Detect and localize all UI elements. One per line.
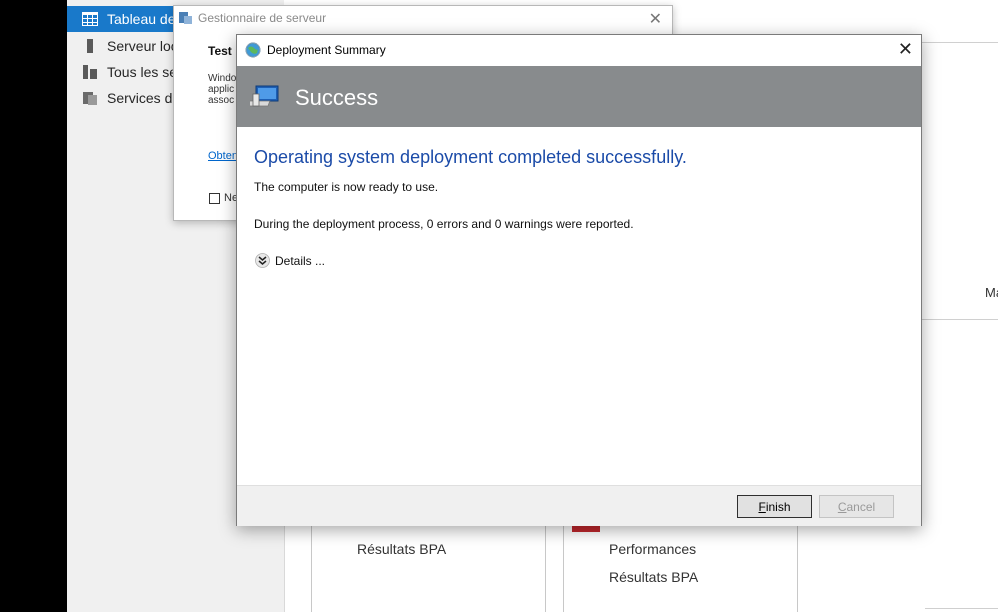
sidebar-item-label: Services de (107, 90, 181, 106)
details-expander[interactable]: Details ... (255, 253, 325, 268)
sidebar-item-label: Tous les se (107, 64, 178, 80)
status-bar (572, 525, 600, 532)
finish-mnemonic: F (758, 499, 766, 514)
panel-text: Ma (985, 285, 998, 300)
error-summary: During the deployment process, 0 errors … (254, 217, 634, 231)
servers-icon (82, 64, 98, 80)
dont-show-checkbox[interactable] (209, 193, 220, 204)
cancel-label: ancel (846, 499, 876, 514)
divider (925, 608, 998, 612)
banner-title: Success (295, 85, 379, 110)
details-label: Details ... (275, 253, 326, 268)
dialog-heading: Test (208, 44, 232, 58)
dialog-title: Deployment Summary (267, 43, 386, 57)
finish-label: inish (765, 499, 791, 514)
file-services-icon (82, 90, 98, 106)
dashboard-grid-icon (82, 11, 98, 27)
server-group-tile: Performances Résultats BPA (563, 525, 798, 612)
tile-row-bpa-results[interactable]: Résultats BPA (357, 541, 446, 557)
server-manager-icon (179, 12, 192, 24)
close-icon[interactable]: ✕ (898, 39, 913, 60)
dashboard-panel: Ma (920, 42, 998, 320)
finish-button[interactable]: Finish (737, 495, 812, 518)
sidebar-item-label: Tableau de (107, 11, 176, 27)
result-headline: Operating system deployment completed su… (254, 147, 687, 167)
result-message: The computer is now ready to use. (254, 180, 439, 194)
info-link[interactable]: Obten (208, 150, 238, 162)
deployment-summary-dialog: Deployment Summary ✕ Success Operating s… (236, 34, 922, 526)
dialog-titlebar[interactable]: Deployment Summary ✕ (237, 35, 921, 66)
sidebar-item-label: Serveur loc (107, 38, 178, 54)
divider (284, 525, 285, 612)
globe-icon (245, 42, 261, 58)
status-banner: Success (237, 66, 921, 127)
chevron-down-icon (255, 253, 270, 268)
desktop-edge (0, 0, 67, 612)
close-icon[interactable]: ✕ (649, 9, 662, 29)
dialog-title: Gestionnaire de serveur (198, 11, 327, 25)
computer-icon (243, 84, 280, 110)
tile-row-performance[interactable]: Performances (609, 541, 696, 557)
server-group-tile: Résultats BPA (311, 525, 546, 612)
dialog-footer: Finish Cancel (237, 485, 921, 526)
server-icon (82, 38, 98, 54)
cancel-button[interactable]: Cancel (819, 495, 894, 518)
tile-row-bpa-results[interactable]: Résultats BPA (609, 569, 698, 585)
cancel-mnemonic: C (837, 499, 847, 514)
